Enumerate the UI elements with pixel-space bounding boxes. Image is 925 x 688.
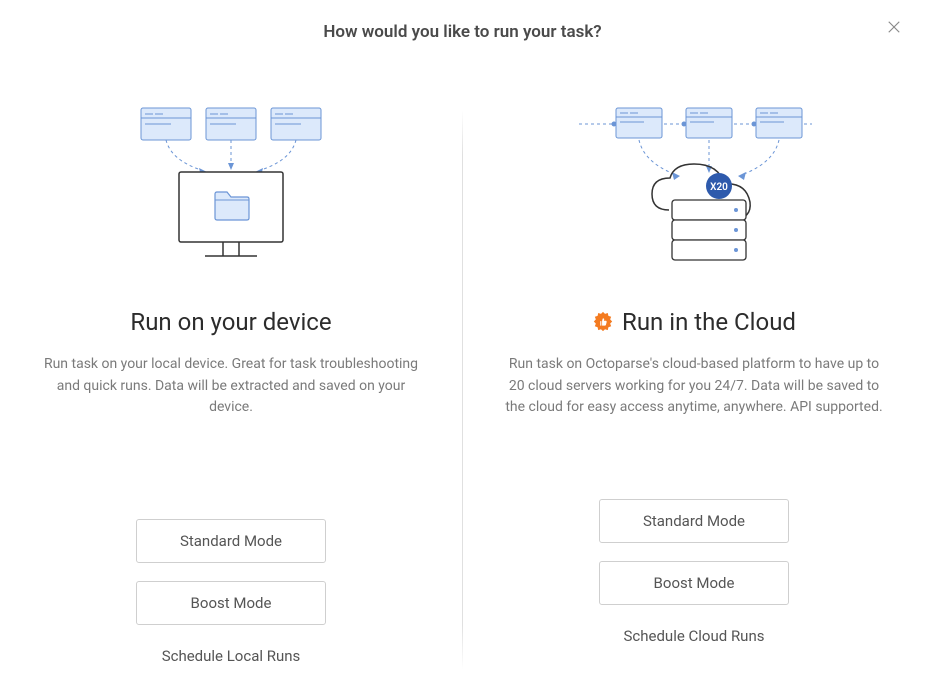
cloud-title-row: Run in the Cloud	[592, 308, 796, 336]
button-label: Standard Mode	[180, 532, 282, 550]
local-illustration	[131, 100, 331, 270]
close-button[interactable]	[885, 18, 903, 36]
local-title-row: Run on your device	[130, 308, 331, 336]
cloud-standard-button[interactable]: Standard Mode	[599, 499, 789, 543]
button-label: Boost Mode	[191, 594, 272, 612]
cloud-schedule-link[interactable]: Schedule Cloud Runs	[624, 627, 765, 645]
local-title: Run on your device	[130, 308, 331, 336]
cloud-multiplier-badge: X20	[710, 182, 728, 193]
local-schedule-link[interactable]: Schedule Local Runs	[162, 647, 301, 665]
dialog-header: How would you like to run your task?	[0, 0, 925, 42]
close-icon	[885, 18, 903, 36]
local-standard-button[interactable]: Standard Mode	[136, 519, 326, 563]
cloud-boost-button[interactable]: Boost Mode	[599, 561, 789, 605]
button-label: Boost Mode	[654, 574, 735, 592]
option-local: Run on your device Run task on your loca…	[0, 100, 462, 688]
thumbs-up-badge-icon	[592, 311, 614, 333]
link-label: Schedule Local Runs	[162, 647, 301, 665]
button-label: Standard Mode	[643, 512, 745, 530]
local-boost-button[interactable]: Boost Mode	[136, 581, 326, 625]
local-buttons: Standard Mode Boost Mode Schedule Local …	[40, 519, 422, 665]
cloud-illustration: X20	[574, 100, 814, 270]
cloud-description: Run task on Octoparse's cloud-based plat…	[503, 354, 885, 419]
link-label: Schedule Cloud Runs	[624, 627, 765, 645]
option-cloud: X20 Run in	[463, 100, 925, 688]
dialog-title: How would you like to run your task?	[0, 22, 925, 42]
options-container: Run on your device Run task on your loca…	[0, 100, 925, 688]
local-description: Run task on your local device. Great for…	[40, 354, 422, 419]
cloud-title: Run in the Cloud	[622, 308, 796, 336]
cloud-buttons: Standard Mode Boost Mode Schedule Cloud …	[503, 499, 885, 645]
